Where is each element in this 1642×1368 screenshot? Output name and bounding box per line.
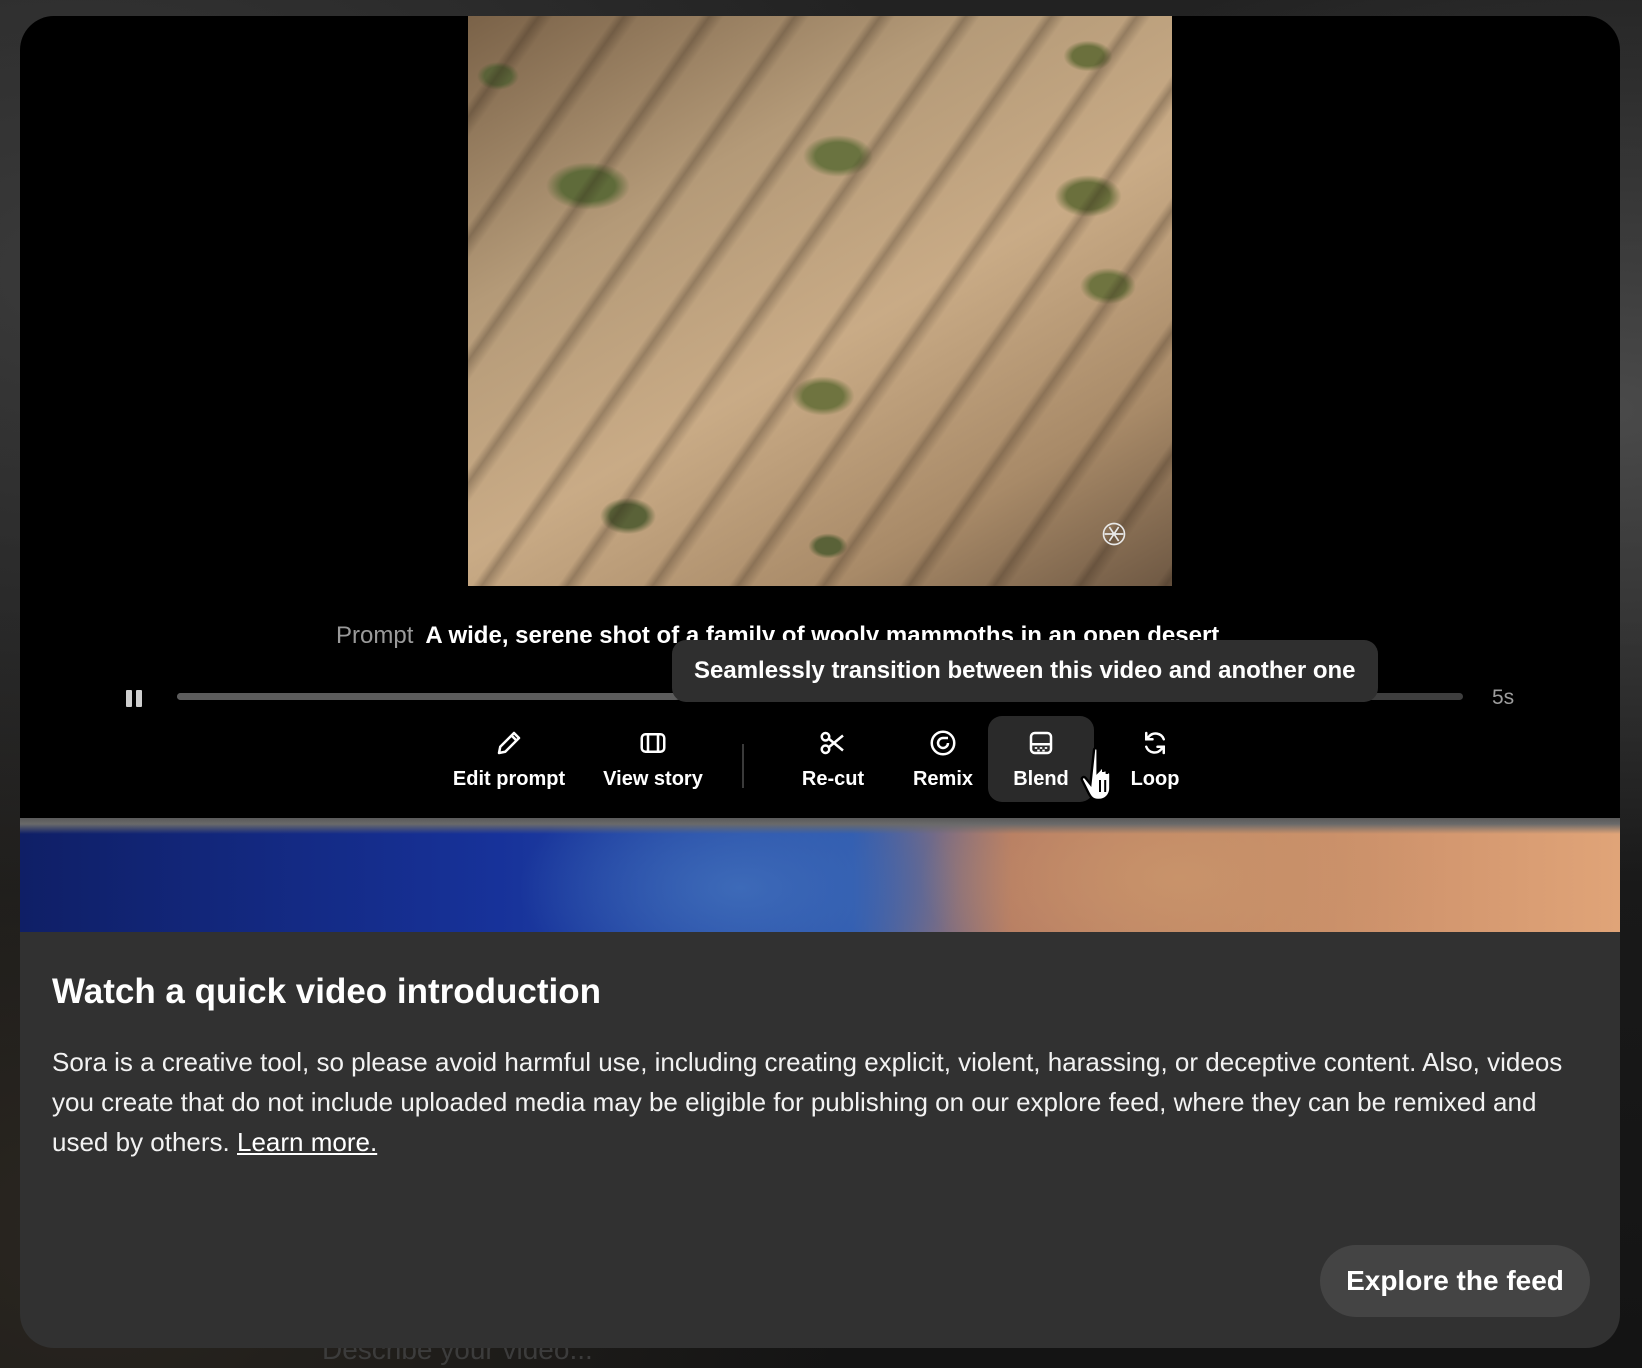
blend-icon <box>1029 731 1053 755</box>
loop-button[interactable]: Loop <box>1120 716 1190 802</box>
pause-icon <box>126 690 132 707</box>
intro-title: Watch a quick video introduction <box>52 972 602 1011</box>
remix-button[interactable]: Remix <box>904 716 982 802</box>
prompt-label: Prompt <box>336 622 414 649</box>
video-frame[interactable] <box>468 16 1172 586</box>
explore-feed-button[interactable]: Explore the feed <box>1320 1245 1590 1317</box>
intro-content: Watch a quick video introduction Sora is… <box>52 972 1592 1162</box>
remix-label: Remix <box>912 768 974 790</box>
progress-fill <box>177 693 679 700</box>
edit-prompt-button[interactable]: Edit prompt <box>452 716 566 802</box>
re-cut-label: Re-cut <box>801 768 865 790</box>
pencil-icon <box>497 731 521 755</box>
remix-icon <box>930 730 956 756</box>
blend-button[interactable]: Blend <box>988 716 1094 802</box>
blend-label: Blend <box>1013 768 1069 790</box>
intro-banner <box>20 818 1620 932</box>
view-story-label: View story <box>603 768 703 790</box>
toolbar-divider <box>742 744 744 788</box>
openai-logo-icon <box>1102 522 1126 546</box>
hand-cursor-icon <box>1080 747 1112 802</box>
pause-button[interactable] <box>124 688 146 710</box>
loop-icon <box>1145 731 1165 755</box>
intro-modal: Prompt A wide, serene shot of a family of… <box>20 16 1620 1348</box>
loop-label: Loop <box>1130 768 1180 790</box>
edit-prompt-label: Edit prompt <box>452 768 566 790</box>
learn-more-link[interactable]: Learn more. <box>237 1127 377 1157</box>
re-cut-button[interactable]: Re-cut <box>788 716 878 802</box>
scissors-icon <box>820 731 844 755</box>
video-player: Prompt A wide, serene shot of a family of… <box>20 16 1620 818</box>
intro-body: Sora is a creative tool, so please avoid… <box>52 1047 1563 1157</box>
duration-label: 5s <box>1492 686 1515 709</box>
blend-tooltip: Seamlessly transition between this video… <box>672 640 1378 702</box>
storyboard-icon <box>640 733 666 753</box>
view-story-button[interactable]: View story <box>598 716 708 802</box>
